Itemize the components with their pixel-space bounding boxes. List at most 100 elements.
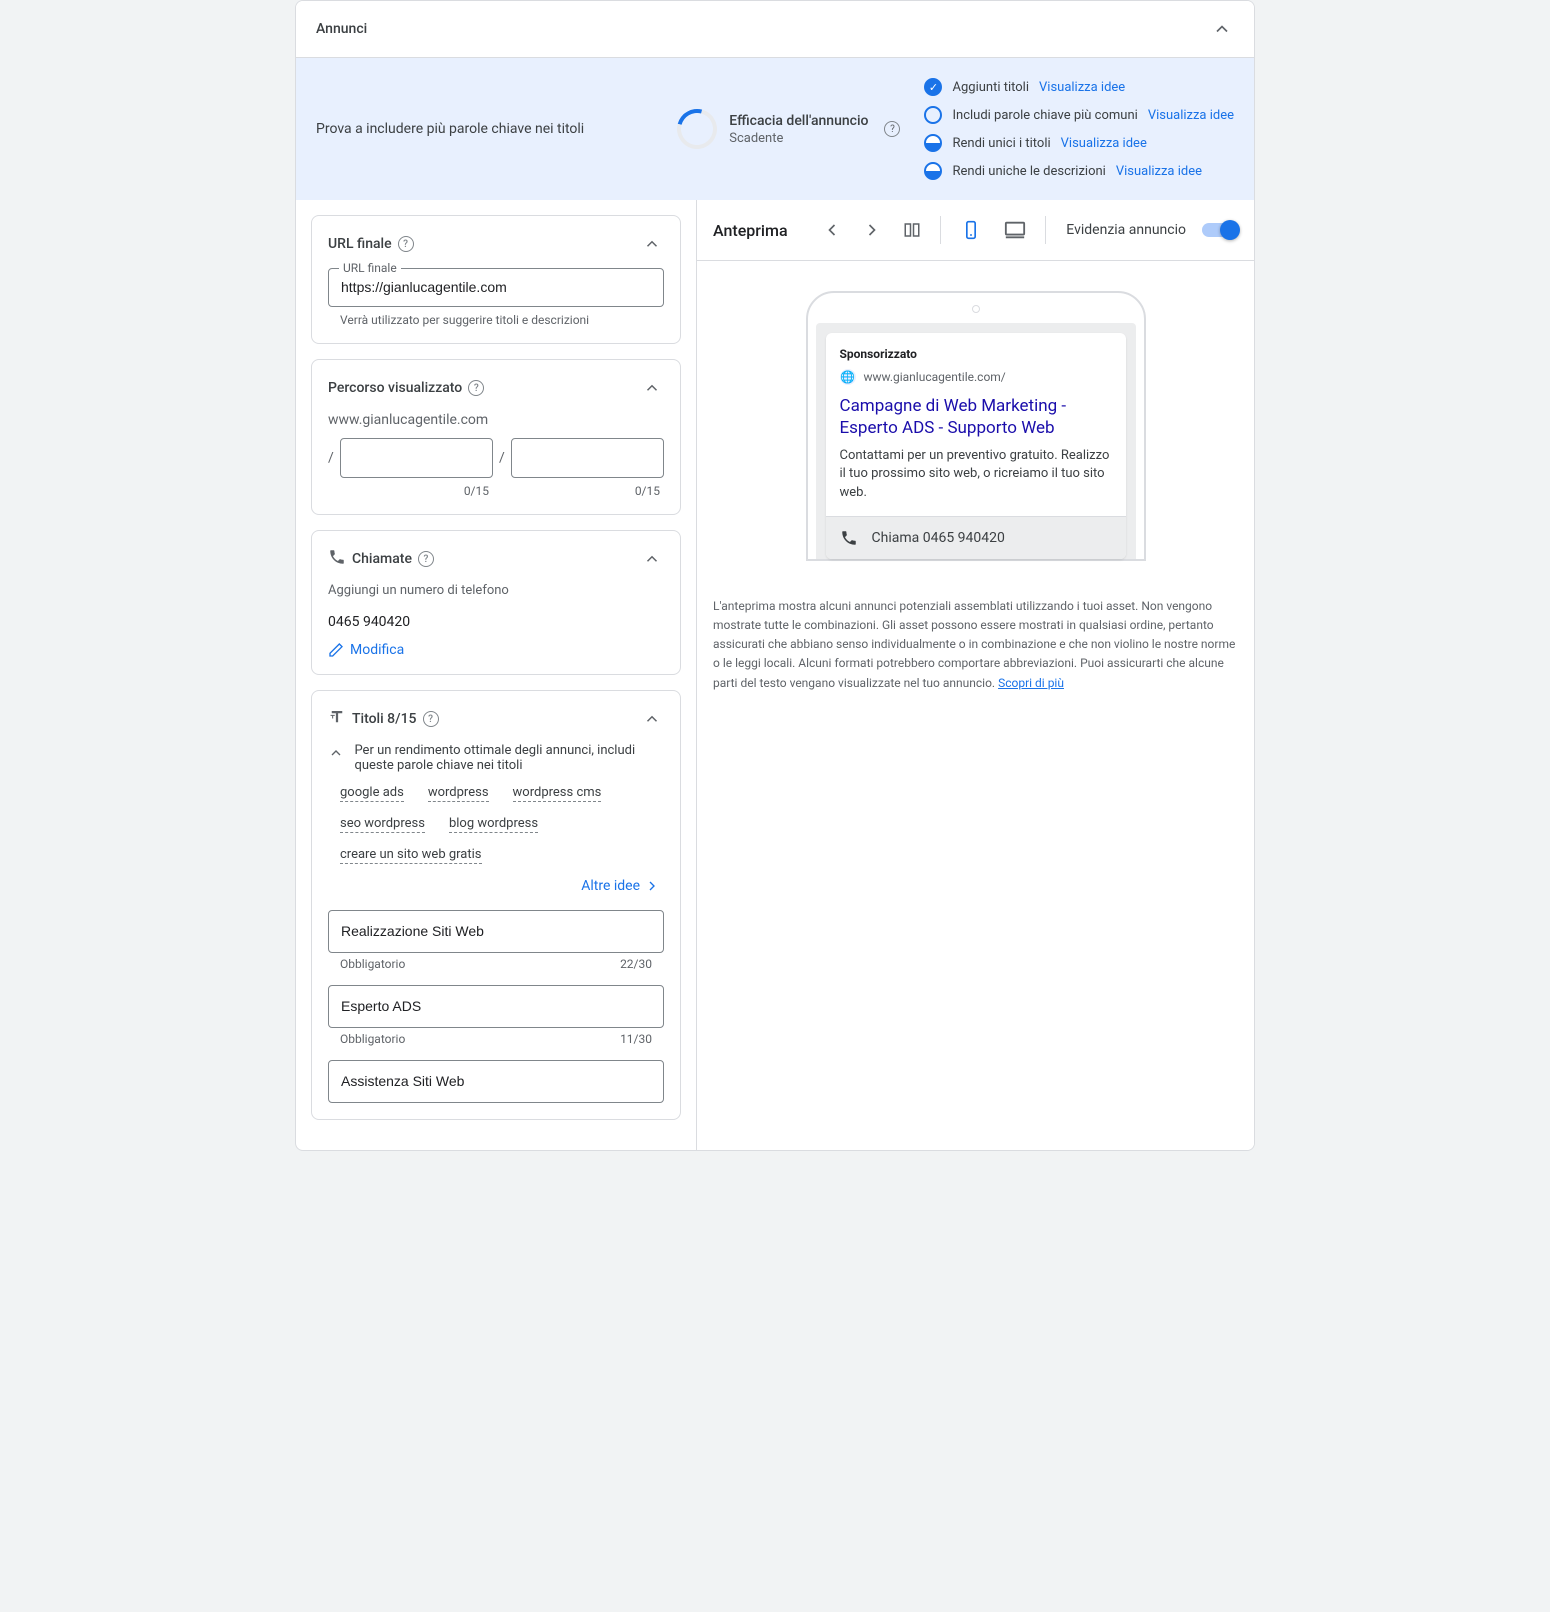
check-text: Includi parole chiave più comuni [952,108,1137,123]
title-count: 11/30 [620,1032,652,1046]
card-title: URL finale [328,236,392,252]
kw-collapse-icon[interactable] [328,741,344,765]
section-header: Annunci [296,1,1254,57]
highlight-toggle[interactable] [1202,223,1238,237]
phone-icon [328,548,346,570]
check-item-unique-titles: Rendi unici i titoli Visualizza idee [924,134,1234,152]
collapse-icon[interactable] [640,547,664,571]
efficacy-label: Efficacia dell'annuncio [729,113,868,129]
phone-preview: Sponsorizzato 🌐 www.gianlucagentile.com/… [806,291,1146,561]
path2-input[interactable] [512,439,663,477]
title-field-1[interactable] [328,910,664,953]
collapse-icon[interactable] [640,376,664,400]
globe-icon: 🌐 [840,369,856,385]
final-url-card: URL finale ? URL finale Verrà utilizzato… [311,215,681,344]
title-req: Obbligatorio [340,1032,405,1046]
chevron-right-icon [644,878,660,894]
help-icon[interactable]: ? [418,551,434,567]
check-empty-icon [924,106,942,124]
check-half-icon [924,162,942,180]
display-path-card: Percorso visualizzato ? www.gianlucagent… [311,359,681,515]
check-text: Rendi unici i titoli [952,136,1050,151]
slash-sep: / [499,450,505,466]
title-input[interactable] [341,923,651,939]
title-input[interactable] [341,1073,651,1089]
check-filled-icon: ✓ [924,78,942,96]
kw-tip: Per un rendimento ottimale degli annunci… [354,743,664,773]
phone-number: 0465 940420 [328,614,664,630]
pencil-icon [328,642,344,658]
tip-banner: Prova a includere più parole chiave nei … [296,57,1254,200]
preview-toolbar: Anteprima Evidenzia annuncio [697,200,1254,261]
view-ideas-link[interactable]: Visualizza idee [1061,136,1147,151]
kw-chip[interactable]: seo wordpress [340,816,425,833]
desktop-view-button[interactable] [997,212,1033,248]
kw-chip[interactable]: google ads [340,785,404,802]
title-field-2[interactable] [328,985,664,1028]
preview-title: Anteprima [713,221,788,240]
highlight-label: Evidenzia annuncio [1066,222,1186,238]
view-ideas-link[interactable]: Visualizza idee [1116,164,1202,179]
check-item-keywords: Includi parole chiave più comuni Visuali… [924,106,1234,124]
check-half-icon [924,134,942,152]
help-icon[interactable]: ? [398,236,414,252]
edit-link[interactable]: Modifica [328,642,664,658]
learn-more-link[interactable]: Scopri di più [998,676,1064,690]
kw-chip[interactable]: creare un sito web gratis [340,847,482,864]
gauge-icon [670,102,725,157]
kw-chip[interactable]: blog wordpress [449,816,538,833]
titles-card: Titoli 8/15 ? Per un rendimento ottimale… [311,690,681,1120]
display-domain: www.gianlucagentile.com [328,412,664,428]
section-title: Annunci [316,21,367,37]
title-field-3[interactable] [328,1060,664,1103]
slash-sep: / [328,450,334,466]
help-icon[interactable]: ? [468,380,484,396]
more-ideas-link[interactable]: Altre idee [581,878,660,894]
strength-checklist: ✓ Aggiunti titoli Visualizza idee Includ… [924,78,1234,180]
card-title: Chiamate [352,551,412,567]
ad-preview-card: Sponsorizzato 🌐 www.gianlucagentile.com/… [826,333,1126,559]
check-item-unique-desc: Rendi uniche le descrizioni Visualizza i… [924,162,1234,180]
title-input[interactable] [341,998,651,1014]
ad-call-extension: Chiama 0465 940420 [826,516,1126,559]
view-ideas-link[interactable]: Visualizza idee [1148,108,1234,123]
title-req: Obbligatorio [340,957,405,971]
mobile-view-button[interactable] [953,212,989,248]
text-icon [328,708,346,730]
kw-chip[interactable]: wordpress [428,785,489,802]
view-ideas-link[interactable]: Visualizza idee [1039,80,1125,95]
ad-url: www.gianlucagentile.com/ [864,370,1006,384]
field-helper: Verrà utilizzato per suggerire titoli e … [340,313,664,327]
ad-call-text: Chiama 0465 940420 [872,530,1005,546]
check-item-titles-added: ✓ Aggiunti titoli Visualizza idee [924,78,1234,96]
help-icon[interactable]: ? [884,121,900,137]
final-url-input[interactable] [341,279,651,295]
ad-title: Campagne di Web Marketing - Esperto ADS … [840,395,1112,439]
final-url-field[interactable]: URL finale [328,268,664,307]
keyword-chips: google ads wordpress wordpress cms seo w… [328,785,664,864]
help-icon[interactable]: ? [423,711,439,727]
preview-disclaimer: L'anteprima mostra alcuni annunci potenz… [697,581,1254,709]
calls-card: Chiamate ? Aggiungi un numero di telefon… [311,530,681,675]
path1-input[interactable] [341,439,492,477]
prev-button[interactable] [816,214,848,246]
ad-strength: Efficacia dell'annuncio Scadente ? [677,109,900,149]
disclaimer-text: L'anteprima mostra alcuni annunci potenz… [713,599,1235,690]
title-count: 22/30 [620,957,652,971]
card-title: Titoli 8/15 [352,711,417,727]
next-button[interactable] [856,214,888,246]
collapse-icon[interactable] [640,232,664,256]
compare-icon[interactable] [896,214,928,246]
tip-text: Prova a includere più parole chiave nei … [316,121,653,137]
path1-counter: 0/15 [342,484,493,498]
sponsored-label: Sponsorizzato [840,347,1112,361]
check-text: Aggiunti titoli [952,80,1029,95]
collapse-icon[interactable] [640,707,664,731]
phone-notch-icon [972,305,980,313]
collapse-icon[interactable] [1210,17,1234,41]
check-text: Rendi uniche le descrizioni [952,164,1105,179]
more-ideas-label: Altre idee [581,878,640,894]
ad-desc: Contattami per un preventivo gratuito. R… [840,447,1112,516]
path2-counter: 0/15 [513,484,664,498]
kw-chip[interactable]: wordpress cms [513,785,602,802]
